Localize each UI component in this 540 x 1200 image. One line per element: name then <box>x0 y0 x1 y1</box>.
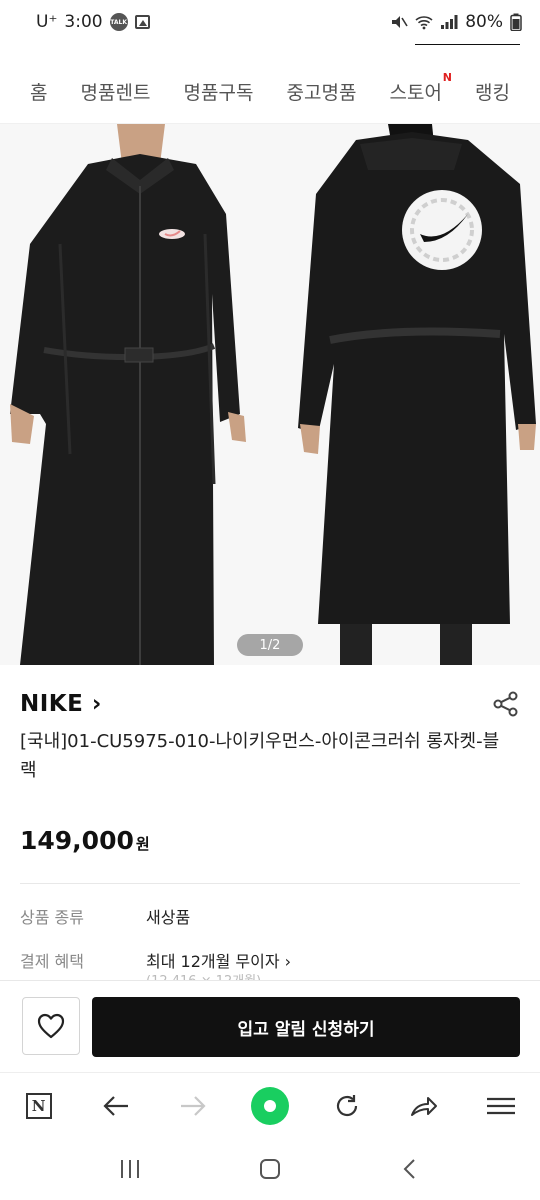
chevron-right-icon: › <box>91 691 102 717</box>
tab-label: 명품구독 <box>183 81 254 104</box>
category-nav: 홈 명품렌트 명품구독 중고명품 스토어 N 랭킹 <box>0 68 540 114</box>
wifi-icon <box>415 16 433 30</box>
back-view-model <box>298 124 536 665</box>
green-dot-icon <box>250 1087 289 1125</box>
kakaotalk-icon: TALK <box>109 13 128 31</box>
info-row-payment-benefit: 결제 혜택 최대 12개월 무이자 › <box>20 948 520 976</box>
price: 149,000 원 <box>20 826 150 855</box>
new-badge: N <box>442 70 452 84</box>
product-title: [국내]01-CU5975-010-나이키우먼스-아이콘크러쉬 롱자켓-블랙 <box>20 731 500 781</box>
green-dot-button[interactable] <box>250 1086 290 1126</box>
tab-label: 중고명품 <box>286 81 357 104</box>
info-label: 상품 종류 <box>20 908 84 927</box>
tab-luxury-rent[interactable]: 명품렌트 <box>81 78 151 105</box>
refresh-button[interactable] <box>327 1086 367 1126</box>
battery-label: 80% <box>465 12 503 32</box>
info-value: 새상품 <box>146 908 191 927</box>
browser-toolbar: N <box>0 1072 540 1139</box>
brand-row: NIKE › <box>20 689 520 719</box>
bottom-action-bar: 입고 알림 신청하기 <box>0 980 540 1073</box>
mute-icon <box>392 16 408 28</box>
tab-home[interactable]: 홈 <box>30 78 47 105</box>
recent-apps-icon[interactable] <box>118 1158 142 1180</box>
tab-label: 스토어 <box>389 81 442 104</box>
price-amount: 149,000 <box>20 826 134 855</box>
tab-luxury-subscription[interactable]: 명품구독 <box>184 78 254 105</box>
time-label: 3:00 <box>64 12 103 32</box>
price-currency: 원 <box>135 835 150 853</box>
forward-button[interactable] <box>173 1086 213 1126</box>
section-divider <box>20 883 520 884</box>
signal-icon <box>441 15 458 29</box>
naver-n-icon: N <box>25 1093 52 1119</box>
share-icon[interactable] <box>492 690 520 718</box>
status-left: U⁺ 3:00 TALK <box>36 12 150 32</box>
arrow-right-icon <box>180 1096 206 1116</box>
restock-notify-button[interactable]: 입고 알림 신청하기 <box>92 997 520 1057</box>
home-icon[interactable] <box>258 1158 282 1180</box>
status-right: 80% <box>390 12 522 32</box>
share-page-button[interactable] <box>404 1086 444 1126</box>
back-button[interactable] <box>96 1086 136 1126</box>
tab-label: 랭킹 <box>475 81 510 104</box>
status-bar: U⁺ 3:00 TALK 80% <box>0 0 540 44</box>
share-arrow-icon <box>411 1097 438 1116</box>
gallery-page-indicator: 1/2 <box>237 634 303 656</box>
heart-icon <box>37 1013 65 1039</box>
installment-detail: (12,416 × 12개월) <box>146 970 261 980</box>
hamburger-menu-icon <box>487 1097 516 1115</box>
arrow-left-icon <box>103 1096 128 1116</box>
brand-name: NIKE <box>20 691 84 717</box>
gallery-notification-icon <box>134 15 150 29</box>
tab-store[interactable]: 스토어 N <box>389 71 452 105</box>
info-row-product-type: 상품 종류 새상품 <box>20 904 520 932</box>
product-image-gallery[interactable]: 1/2 <box>0 124 540 665</box>
system-navigation-bar <box>0 1138 540 1200</box>
menu-button[interactable] <box>481 1086 521 1126</box>
refresh-icon <box>337 1095 358 1117</box>
naver-home-button[interactable]: N <box>19 1086 59 1126</box>
battery-icon <box>510 13 522 31</box>
info-label: 결제 혜택 <box>20 952 84 971</box>
wishlist-button[interactable] <box>22 997 80 1055</box>
tab-label: 명품렌트 <box>80 81 151 104</box>
carrier-label: U⁺ <box>36 12 58 32</box>
tab-ranking[interactable]: 랭킹 <box>475 78 510 105</box>
tab-used-luxury[interactable]: 중고명품 <box>287 78 357 105</box>
tab-label: 홈 <box>30 81 48 104</box>
product-photo <box>0 124 540 665</box>
back-nav-icon[interactable] <box>398 1158 422 1180</box>
brand-link[interactable]: NIKE › <box>20 691 102 717</box>
